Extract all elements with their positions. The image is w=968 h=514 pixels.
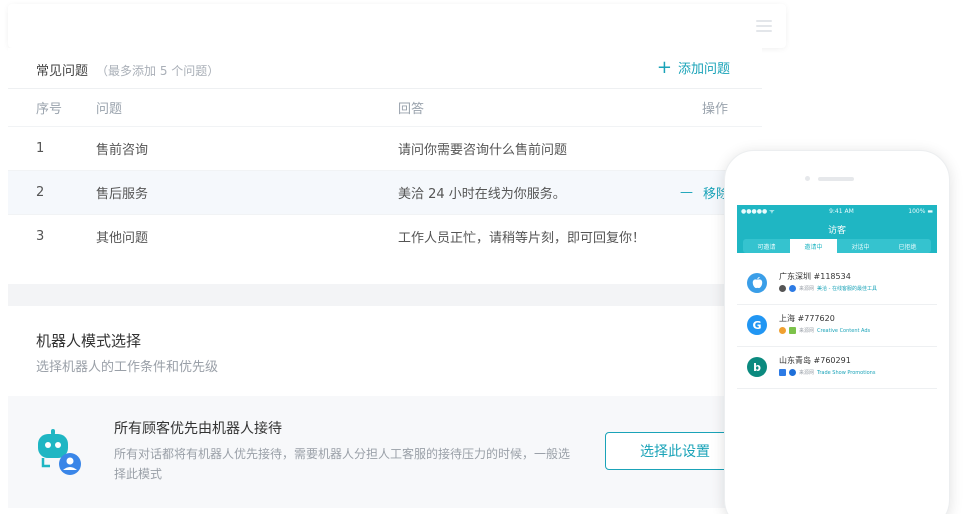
section-divider [8,284,762,306]
source-link[interactable]: 美洽 - 在线客服的最佳工具 [817,285,877,292]
faq-table: 序号 问题 回答 操作 1 售前咨询 请问你需要咨询什么售前问题 2 售后服务 … [8,88,762,258]
tab-rejected[interactable]: 已拒绝 [884,239,931,253]
battery-icon: 100% ▬ [908,207,933,215]
row-no: 3 [36,229,45,244]
source-link[interactable]: Creative Content Ads [817,328,870,334]
phone-mockup: ●●●●● ᯤ 9:41 AM 100% ▬ 访客 可邀请 邀请中 对话中 已拒… [724,150,950,514]
minus-icon: — [680,185,693,200]
source-link[interactable]: Trade Show Promotions [817,370,875,376]
faq-panel: 常见问题 （最多添加 5 个问题） + 添加问题 序号 问题 回答 操作 1 售… [8,48,762,284]
android-icon [789,327,796,334]
phone-camera [805,176,810,181]
faq-limit-note: （最多添加 5 个问题） [96,64,220,78]
row-answer: 美洽 24 小时在线为你服务。 [398,187,566,202]
source-prefix: 来源网 [799,328,815,334]
source-prefix: 来源网 [799,286,815,292]
row-answer: 工作人员正忙，请稍等片刻，即可回复你！ [398,231,646,246]
visitor-item[interactable]: G 上海 #777620 来源网 Creative Content Ads [737,305,937,347]
phone-tabs: 可邀请 邀请中 对话中 已拒绝 [743,239,931,253]
menu-icon[interactable] [756,20,772,32]
google-icon: G [747,315,767,335]
row-question: 其他问题 [96,231,149,246]
robot-option-description: 所有对话都将有机器人优先接待，需要机器人分担人工客服的接待压力的时候，一般选择此… [114,447,571,481]
row-no: 2 [36,185,45,200]
plus-icon: + [656,56,672,78]
faq-title: 常见问题 [36,64,89,79]
safari-icon [789,285,796,292]
table-row[interactable]: 2 售后服务 美洽 24 小时在线为你服务。 — 移除 [8,170,762,214]
row-no: 1 [36,141,45,156]
robot-icon [34,428,84,478]
phone-status-bar: ●●●●● ᯤ 9:41 AM 100% ▬ [737,205,937,217]
phone-speaker [818,177,854,181]
visitor-meta: 来源网 Creative Content Ads [779,327,870,334]
app-title: 访客 [827,226,846,236]
table-row[interactable]: 1 售前咨询 请问你需要咨询什么售前问题 [8,126,762,170]
row-answer: 请问你需要咨询什么售前问题 [398,143,568,158]
source-prefix: 来源网 [799,370,815,376]
visitor-meta: 来源网 Trade Show Promotions [779,369,875,376]
top-card [8,4,786,48]
remove-button[interactable]: — 移除 [680,171,729,214]
visitor-item[interactable]: 广东深圳 #118534 来源网 美洽 - 在线客服的最佳工具 [737,263,937,305]
col-header-answer: 回答 [398,102,425,117]
col-header-no: 序号 [36,102,63,117]
bing-icon: b [747,357,767,377]
visitor-name: 上海 #777620 [779,314,835,323]
robot-mode-subtitle: 选择机器人的工作条件和优先级 [36,360,219,375]
tab-invitable[interactable]: 可邀请 [743,239,790,253]
col-header-action: 操作 [701,102,728,117]
row-question: 售后服务 [96,187,149,202]
faq-header: 常见问题 （最多添加 5 个问题） [36,60,219,80]
table-row[interactable]: 3 其他问题 工作人员正忙，请稍等片刻，即可回复你！ [8,214,762,258]
windows-icon [779,369,786,376]
robot-mode-title: 机器人模式选择 [36,332,142,350]
row-question: 售前咨询 [96,143,149,158]
status-time: 9:41 AM [829,207,854,215]
ie-icon [789,369,796,376]
tab-inviting[interactable]: 邀请中 [790,239,837,253]
col-header-question: 问题 [96,102,123,117]
add-question-label: 添加问题 [677,62,730,77]
apple-icon [747,273,767,293]
phone-screen: ●●●●● ᯤ 9:41 AM 100% ▬ 访客 可邀请 邀请中 对话中 已拒… [737,205,937,514]
chrome-icon [779,327,786,334]
robot-mode-panel: 机器人模式选择 选择机器人的工作条件和优先级 所有顾客优先由机器人接待 所有对话… [8,306,762,514]
signal-icon: ●●●●● ᯤ [741,208,775,215]
visitor-item[interactable]: b 山东青岛 #760291 来源网 Trade Show Promotions [737,347,937,389]
visitor-meta: 来源网 美洽 - 在线客服的最佳工具 [779,285,877,292]
visitor-name: 山东青岛 #760291 [779,356,851,365]
add-question-button[interactable]: + 添加问题 [657,58,730,77]
tab-chatting[interactable]: 对话中 [837,239,884,253]
apple-small-icon [779,285,786,292]
visitor-name: 广东深圳 #118534 [779,272,851,281]
table-header-row: 序号 问题 回答 操作 [8,88,762,126]
robot-option-title: 所有顾客优先由机器人接待 [114,421,282,437]
